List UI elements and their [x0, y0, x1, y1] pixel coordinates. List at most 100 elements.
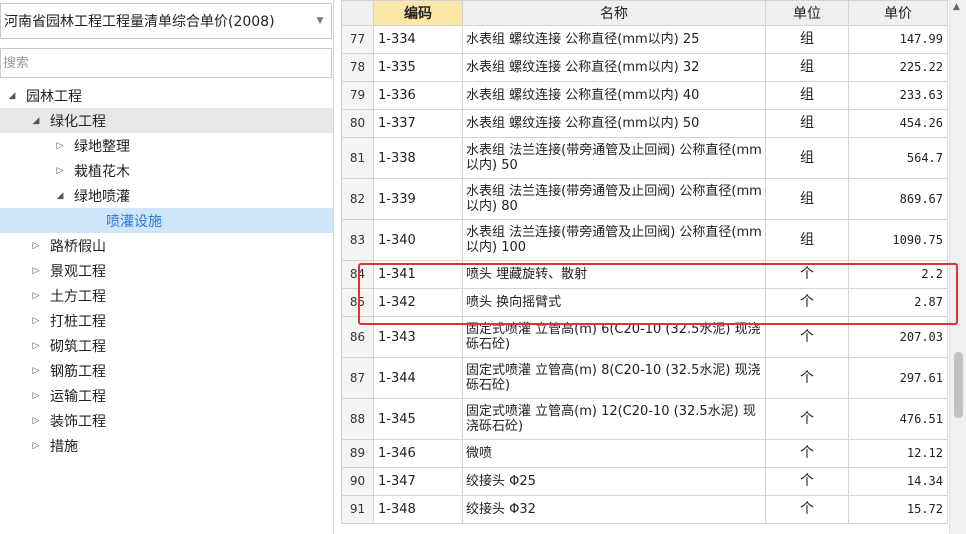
- tree-item[interactable]: ◢ 绿化工程: [0, 108, 333, 133]
- tree-item[interactable]: ▷ 措施: [0, 433, 333, 458]
- collapsed-arrow-icon[interactable]: ▷: [28, 441, 44, 451]
- name-cell: 水表组 螺纹连接 公称直径(mm以内) 50: [462, 109, 766, 138]
- unit-cell: 组: [765, 219, 849, 261]
- search-input[interactable]: [0, 48, 332, 78]
- price-cell: 12.12: [848, 439, 948, 468]
- table-row[interactable]: 77 1-334 水表组 螺纹连接 公称直径(mm以内) 25 组 147.99: [341, 25, 948, 54]
- tree-item-label: 栽植花木: [74, 163, 130, 180]
- chevron-down-icon[interactable]: ▼: [309, 16, 331, 26]
- tree-item[interactable]: ▷ 土方工程: [0, 283, 333, 308]
- table-row[interactable]: 79 1-336 水表组 螺纹连接 公称直径(mm以内) 40 组 233.63: [341, 81, 948, 110]
- collapsed-arrow-icon[interactable]: ▷: [28, 241, 44, 251]
- collapsed-arrow-icon[interactable]: ▷: [28, 316, 44, 326]
- scrollbar-thumb[interactable]: [954, 352, 963, 418]
- code-header[interactable]: 编码: [373, 0, 463, 26]
- collapsed-arrow-icon[interactable]: ▷: [28, 366, 44, 376]
- code-cell: 1-346: [373, 439, 463, 468]
- code-cell: 1-339: [373, 178, 463, 220]
- vertical-scrollbar[interactable]: ▲: [949, 0, 966, 534]
- tree-item[interactable]: ▷ 景观工程: [0, 258, 333, 283]
- tree-item-label: 砌筑工程: [50, 338, 106, 355]
- collapsed-arrow-icon[interactable]: ▷: [28, 266, 44, 276]
- price-header[interactable]: 单价: [848, 0, 948, 26]
- price-cell: 225.22: [848, 53, 948, 82]
- tree-item-label: 运输工程: [50, 388, 106, 405]
- code-cell: 1-335: [373, 53, 463, 82]
- unit-cell: 个: [765, 316, 849, 358]
- expanded-arrow-icon[interactable]: ◢: [52, 191, 68, 201]
- name-cell: 水表组 螺纹连接 公称直径(mm以内) 32: [462, 53, 766, 82]
- scroll-up-icon[interactable]: ▲: [953, 2, 960, 12]
- unit-cell: 组: [765, 81, 849, 110]
- table-row[interactable]: 80 1-337 水表组 螺纹连接 公称直径(mm以内) 50 组 454.26: [341, 109, 948, 138]
- name-cell: 固定式喷灌 立管高(m) 8(C20-10 (32.5水泥) 现浇砾石砼): [462, 357, 766, 399]
- row-index: 89: [341, 439, 374, 468]
- expanded-arrow-icon[interactable]: ◢: [28, 116, 44, 126]
- tree-item[interactable]: ▷ 路桥假山: [0, 233, 333, 258]
- table-row[interactable]: 86 1-343 固定式喷灌 立管高(m) 6(C20-10 (32.5水泥) 现浇…: [341, 316, 948, 358]
- tree-item[interactable]: ▷ 栽植花木: [0, 158, 333, 183]
- table-row[interactable]: 90 1-347 绞接头 Φ25 个 14.34: [341, 467, 948, 496]
- collapsed-arrow-icon[interactable]: ▷: [28, 391, 44, 401]
- row-index: 84: [341, 260, 374, 289]
- collapsed-arrow-icon[interactable]: ▷: [28, 341, 44, 351]
- collapsed-arrow-icon[interactable]: ▷: [52, 141, 68, 151]
- code-cell: 1-348: [373, 495, 463, 524]
- tree-item-label: 景观工程: [50, 263, 106, 280]
- table-row[interactable]: 85 1-342 喷头 换向摇臂式个 2.87: [341, 288, 948, 317]
- table-row[interactable]: 87 1-344 固定式喷灌 立管高(m) 8(C20-10 (32.5水泥) 现浇…: [341, 357, 948, 399]
- name-header[interactable]: 名称: [462, 0, 766, 26]
- row-index: 88: [341, 398, 374, 440]
- code-cell: 1-347: [373, 467, 463, 496]
- unit-cell: 个: [765, 495, 849, 524]
- tree-item[interactable]: ▷ 砌筑工程: [0, 333, 333, 358]
- name-cell: 水表组 螺纹连接 公称直径(mm以内) 25: [462, 25, 766, 54]
- tree-item-label: 绿化工程: [50, 113, 106, 130]
- code-cell: 1-340: [373, 219, 463, 261]
- unit-cell: 组: [765, 53, 849, 82]
- unit-cell: 组: [765, 137, 849, 179]
- table-row[interactable]: 89 1-346 微喷个 12.12: [341, 439, 948, 468]
- name-cell: 喷头 埋藏旋转、散射: [462, 260, 766, 289]
- code-cell: 1-336: [373, 81, 463, 110]
- tree-item-label: 钢筋工程: [50, 363, 106, 380]
- tree-item[interactable]: ▷ 绿地整理: [0, 133, 333, 158]
- library-select-value: 河南省园林工程工程量清单综合单价(2008): [4, 14, 275, 30]
- code-cell: 1-337: [373, 109, 463, 138]
- tree-item[interactable]: ▷喷灌设施: [0, 208, 333, 233]
- expanded-arrow-icon[interactable]: ◢: [4, 91, 20, 101]
- tree-item[interactable]: ▷ 打桩工程: [0, 308, 333, 333]
- name-cell: 水表组 法兰连接(带旁通管及止回阀) 公称直径(mm以内) 100: [462, 219, 766, 261]
- table-row[interactable]: 91 1-348 绞接头 Φ32 个 15.72: [341, 495, 948, 524]
- row-index: 80: [341, 109, 374, 138]
- tree-item[interactable]: ▷ 运输工程: [0, 383, 333, 408]
- tree-item[interactable]: ▷ 钢筋工程: [0, 358, 333, 383]
- row-index: 77: [341, 25, 374, 54]
- table-row[interactable]: 82 1-339 水表组 法兰连接(带旁通管及止回阀) 公称直径(mm以内) 80 组…: [341, 178, 948, 220]
- code-cell: 1-344: [373, 357, 463, 399]
- unit-cell: 个: [765, 467, 849, 496]
- tree-item[interactable]: ▷ 装饰工程: [0, 408, 333, 433]
- tree-item[interactable]: ◢ 绿地喷灌: [0, 183, 333, 208]
- name-cell: 微喷: [462, 439, 766, 468]
- name-cell: 水表组 螺纹连接 公称直径(mm以内) 40: [462, 81, 766, 110]
- table-row[interactable]: 81 1-338 水表组 法兰连接(带旁通管及止回阀) 公称直径(mm以内) 50 组…: [341, 137, 948, 179]
- row-index: 91: [341, 495, 374, 524]
- unit-cell: 组: [765, 25, 849, 54]
- collapsed-arrow-icon[interactable]: ▷: [28, 291, 44, 301]
- table-row[interactable]: 84 1-341 喷头 埋藏旋转、散射个 2.2: [341, 260, 948, 289]
- unit-cell: 组: [765, 178, 849, 220]
- code-cell: 1-342: [373, 288, 463, 317]
- table-row[interactable]: 83 1-340 水表组 法兰连接(带旁通管及止回阀) 公称直径(mm以内) 100…: [341, 219, 948, 261]
- name-cell: 水表组 法兰连接(带旁通管及止回阀) 公称直径(mm以内) 50: [462, 137, 766, 179]
- tree-item[interactable]: ◢ 园林工程: [0, 83, 333, 108]
- table-row[interactable]: 78 1-335 水表组 螺纹连接 公称直径(mm以内) 32 组 225.22: [341, 53, 948, 82]
- code-cell: 1-345: [373, 398, 463, 440]
- collapsed-arrow-icon[interactable]: ▷: [52, 166, 68, 176]
- collapsed-arrow-icon[interactable]: ▷: [28, 416, 44, 426]
- unit-header[interactable]: 单位: [765, 0, 849, 26]
- table-row[interactable]: 88 1-345 固定式喷灌 立管高(m) 12(C20-10 (32.5水泥) 现…: [341, 398, 948, 440]
- price-cell: 1090.75: [848, 219, 948, 261]
- library-select[interactable]: 河南省园林工程工程量清单综合单价(2008) ▼: [0, 3, 332, 39]
- row-index: 78: [341, 53, 374, 82]
